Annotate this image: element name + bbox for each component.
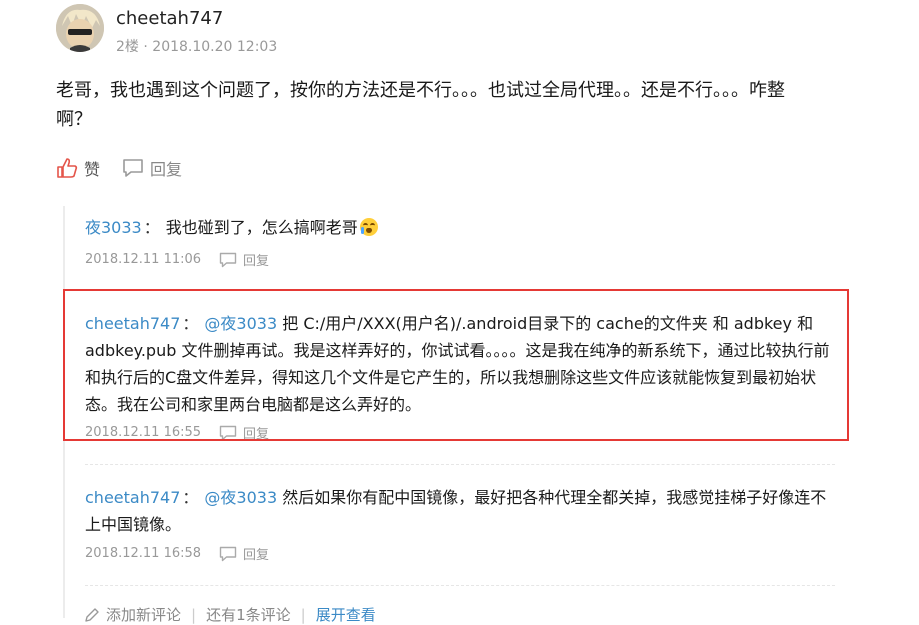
comment-meta: 2018.12.11 11:06 回复	[85, 250, 269, 269]
footer-separator: |	[300, 605, 306, 624]
avatar-image	[56, 4, 104, 52]
comment-reply-button[interactable]: 回复	[219, 250, 269, 269]
comment-meta: 2018.12.11 16:55 回复	[85, 423, 269, 442]
comment-item: cheetah747： @夜3033 然后如果你有配中国镜像，最好把各种代理全都关…	[85, 484, 835, 538]
post-body: 老哥，我也遇到这个问题了，按你的方法还是不行。。。也试过全局代理。。还是不行。。…	[56, 80, 785, 130]
reply-label: 回复	[243, 254, 270, 269]
expand-comments-link[interactable]: 展开查看	[316, 604, 376, 625]
reply-label: 回复	[243, 427, 270, 442]
comment-meta: 2018.12.11 16:58 回复	[85, 544, 269, 563]
comment-icon	[123, 159, 143, 177]
thumbs-up-icon	[57, 158, 78, 178]
comment-colon: ：	[182, 488, 199, 507]
add-comment-label: 添加新评论	[106, 606, 182, 624]
author-avatar[interactable]	[56, 4, 104, 52]
comment-reply-button[interactable]: 回复	[219, 544, 269, 563]
comment-user[interactable]: cheetah747	[85, 488, 180, 507]
footer-separator: |	[191, 605, 197, 624]
comment-text: 我也碰到了，怎么搞啊老哥	[165, 218, 358, 237]
comment-colon: ：	[182, 314, 199, 333]
comment-icon	[219, 546, 237, 561]
post-time: 2018.10.20 12:03	[152, 39, 278, 55]
comment-item: cheetah747： @夜3033 把 C:/用户/XXX(用户名)/.andr…	[85, 310, 835, 418]
pencil-icon	[85, 607, 99, 622]
like-label: 赞	[84, 160, 101, 179]
comment-user[interactable]: 夜3033	[85, 218, 142, 237]
comment-icon	[219, 425, 237, 440]
comment-user[interactable]: cheetah747	[85, 314, 180, 333]
comment-time: 2018.12.11 16:55	[85, 425, 202, 440]
comment-reply-button[interactable]: 回复	[219, 423, 269, 442]
comment-colon: ：	[143, 218, 160, 237]
reply-label: 回复	[150, 160, 183, 179]
comment-item: 夜3033： 我也碰到了，怎么搞啊老哥	[85, 214, 835, 241]
reply-label: 回复	[243, 548, 270, 563]
remaining-comments: 还有1条评论	[206, 606, 291, 624]
comment-divider	[85, 464, 835, 465]
post-author[interactable]: cheetah747	[116, 8, 223, 29]
crying-face-emoji-icon	[359, 218, 378, 236]
floor-number: 2楼	[116, 39, 139, 55]
reply-button[interactable]: 回复	[122, 156, 182, 180]
comment-time: 2018.12.11 11:06	[85, 252, 202, 267]
comment-footer: 添加新评论 | 还有1条评论 | 展开查看	[84, 604, 376, 625]
comment-time: 2018.12.11 16:58	[85, 546, 202, 561]
meta-separator: ·	[138, 39, 153, 55]
comment-mention[interactable]: @夜3033	[204, 314, 277, 333]
comment-icon	[219, 252, 237, 267]
post-meta: 2楼 · 2018.10.20 12:03	[116, 36, 277, 56]
comment-divider	[85, 585, 835, 586]
post-actions: 赞 回复	[56, 156, 182, 180]
comment-mention[interactable]: @夜3033	[204, 488, 277, 507]
comment-thread: 夜3033：我也碰到了，怎么搞啊老哥 2018.12.11 11:06 回复 c…	[63, 206, 855, 618]
like-button[interactable]: 赞	[56, 156, 100, 180]
add-comment-button[interactable]: 添加新评论	[84, 604, 181, 625]
